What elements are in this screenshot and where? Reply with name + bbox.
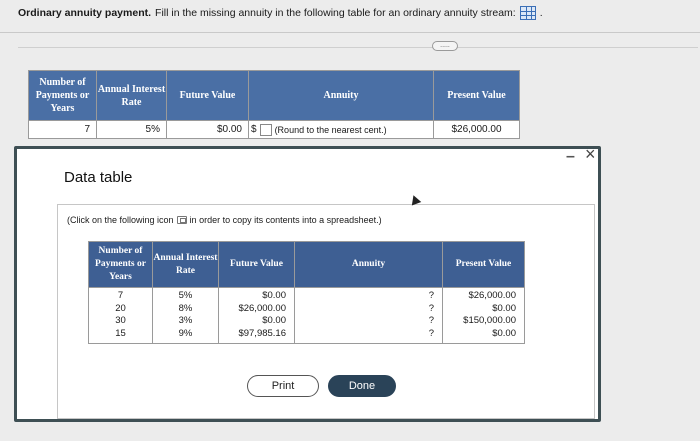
table-cell: $26,000.00: [238, 302, 286, 314]
table-cell: $150,000.00: [463, 315, 516, 326]
divider: [18, 47, 698, 48]
copy-icon[interactable]: [176, 216, 187, 224]
question-bold-label: Ordinary annuity payment.: [18, 7, 152, 19]
print-button[interactable]: Print: [247, 375, 319, 397]
dt-header-future-value: Future Value: [218, 241, 295, 288]
minimize-icon[interactable]: –: [566, 148, 575, 166]
dt-col-future-value: $0.00 $26,000.00 $0.00 $97,985.16: [218, 287, 295, 344]
col-header-future-value: Future Value: [166, 70, 249, 121]
col-header-years: Number of Payments or Years: [28, 70, 97, 121]
table-cell: 3%: [178, 315, 193, 326]
table-cell: 15: [115, 327, 126, 339]
dt-header-years: Number of Payments or Years: [88, 241, 153, 288]
table-cell: 30: [115, 315, 126, 326]
table-cell: 9%: [178, 327, 193, 339]
dt-col-years: 7 20 30 15: [88, 287, 153, 344]
data-table-dialog: Data table (Click on the following icon …: [14, 146, 601, 422]
rounding-hint: (Round to the nearest cent.): [274, 124, 387, 135]
data-table-panel: (Click on the following icon in order to…: [57, 204, 595, 419]
done-button[interactable]: Done: [328, 375, 396, 397]
annuity-answer-input[interactable]: [259, 123, 272, 136]
instruction-pre: (Click on the following icon: [67, 215, 174, 225]
table-cell: ?: [428, 315, 434, 326]
table-cell: $0.00: [262, 290, 286, 301]
dt-header-annuity: Annuity: [294, 241, 443, 288]
cell-annuity: $ (Round to the nearest cent.): [248, 120, 434, 139]
dt-header-present-value: Present Value: [442, 241, 525, 288]
dialog-title: Data table: [64, 169, 133, 186]
col-header-present-value: Present Value: [433, 70, 520, 121]
close-icon[interactable]: ×: [585, 144, 596, 165]
col-header-annuity: Annuity: [248, 70, 434, 121]
cell-present-value: $26,000.00: [433, 120, 520, 139]
question-body: Fill in the missing annuity in the follo…: [155, 7, 516, 19]
data-table: Number of Payments or Years Annual Inter…: [88, 241, 525, 344]
table-cell: 7: [117, 290, 124, 301]
instruction-post: in order to copy its contents into a spr…: [189, 215, 382, 225]
table-cell: 8%: [178, 302, 193, 314]
divider: [0, 32, 700, 33]
table-cell: ?: [428, 290, 434, 301]
cell-rate: 5%: [96, 120, 167, 139]
table-cell: $0.00: [492, 327, 516, 339]
dt-col-present-value: $26,000.00 $0.00 $150,000.00 $0.00: [442, 287, 525, 344]
dt-col-rate: 5% 8% 3% 9%: [152, 287, 219, 344]
table-cell: $0.00: [492, 302, 516, 314]
table-grid-icon[interactable]: [519, 6, 536, 20]
dt-header-rate: Annual Interest Rate: [152, 241, 219, 288]
table-cell: ?: [428, 327, 434, 339]
table-cell: $0.00: [262, 315, 286, 326]
problem-table: Number of Payments or Years Annual Inter…: [28, 70, 520, 139]
cell-future-value: $0.00: [166, 120, 249, 139]
dt-col-annuity: ? ? ? ?: [294, 287, 443, 344]
copy-instruction: (Click on the following icon in order to…: [67, 215, 382, 225]
table-cell: $97,985.16: [238, 327, 286, 339]
currency-symbol: $: [251, 124, 257, 135]
table-cell: 5%: [178, 290, 193, 301]
col-header-rate: Annual Interest Rate: [96, 70, 167, 121]
table-cell: ?: [428, 302, 434, 314]
question-text: Ordinary annuity payment. Fill in the mi…: [18, 6, 543, 20]
cell-years: 7: [28, 120, 97, 139]
table-cell: 20: [115, 302, 126, 314]
more-options-button[interactable]: .....: [432, 41, 458, 51]
table-cell: $26,000.00: [468, 290, 516, 301]
